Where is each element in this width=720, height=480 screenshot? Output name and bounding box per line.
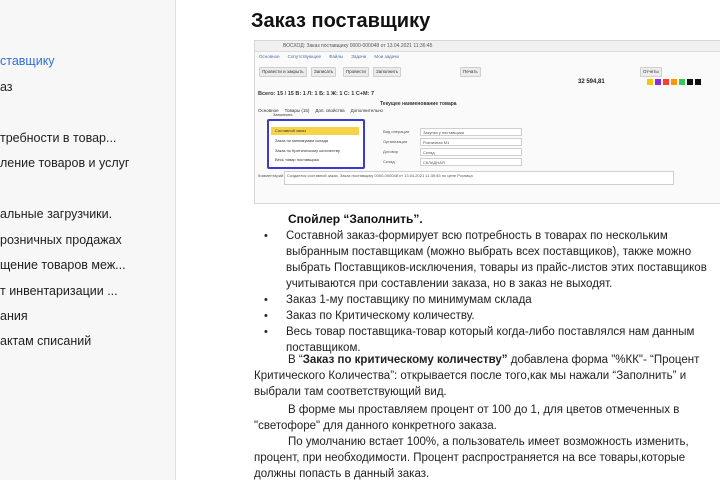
main-content: Заказ поставщику ВОСХОД: Заказ поставщик… bbox=[176, 0, 720, 480]
screenshot-comment-label: Комментарий bbox=[258, 173, 284, 178]
swatch-yellow bbox=[647, 79, 653, 85]
screenshot-window-title: ВОСХОД: Заказ поставщику 0000-000048 от … bbox=[283, 43, 433, 49]
list-item: Заказ 1-му поставщику по минимумам склад… bbox=[264, 292, 716, 308]
sidebar-item-movement[interactable]: щение товаров меж... bbox=[0, 258, 126, 272]
screenshot-print-button: Печать bbox=[460, 67, 481, 77]
screenshot-field bbox=[420, 148, 522, 156]
screenshot-field-value: Розничная М1 bbox=[423, 140, 450, 145]
screenshot-field-value: Закупка у поставщика bbox=[423, 130, 465, 135]
sidebar-item-order[interactable]: аз bbox=[0, 80, 13, 94]
screenshot-toolbar: Провести и закрыть Записать Провести Зап… bbox=[255, 65, 720, 77]
screenshot-tab: Основное bbox=[259, 54, 280, 59]
paragraph-default-percent: По умолчанию встает 100%, а пользователь… bbox=[254, 436, 689, 480]
screenshot-fill-menu: Заполнить Составной заказ Заказ по миним… bbox=[267, 112, 365, 169]
screenshot-save-button: Записать bbox=[311, 67, 337, 77]
swatch-green bbox=[679, 79, 685, 85]
screenshot-menu-item: Заказ по Критическому количеству bbox=[275, 148, 340, 153]
sidebar-item-supplier-order[interactable]: ставщику bbox=[0, 54, 55, 68]
sidebar: ставщику аз требности в товар... ление т… bbox=[0, 0, 176, 480]
paragraph-critical-quantity: В “Заказ по критическому количеству” доб… bbox=[254, 352, 716, 400]
screenshot-tab: Мои задачи bbox=[374, 54, 399, 59]
screenshot-fill-button: Заполнить bbox=[373, 67, 402, 77]
screenshot-field-label: Склад bbox=[383, 159, 395, 164]
screenshot-field-label: Вид операции bbox=[383, 129, 410, 134]
screenshot-field-label: Организация bbox=[383, 139, 408, 144]
screenshot-sum: 32 594,81 bbox=[578, 79, 605, 85]
sidebar-item-loaders[interactable]: альные загрузчики. bbox=[0, 207, 112, 221]
screenshot-tab: Задачи bbox=[351, 54, 367, 59]
paragraph-bold-term: Заказ по критическому количеству” bbox=[302, 354, 508, 366]
sidebar-item-inventory[interactable]: т инвентаризации ... bbox=[0, 284, 118, 298]
screenshot-menu-header: Заполнить bbox=[273, 112, 293, 117]
screenshot-menu-item: Заказ по минимумам склада bbox=[275, 138, 329, 143]
screenshot-menu-item: Весь товар поставщика bbox=[275, 157, 319, 162]
screenshot-tab: Сопутствующее bbox=[287, 54, 321, 59]
page-title: Заказ поставщику bbox=[251, 10, 431, 32]
screenshot-field-value: СКЛАДНАЯ bbox=[423, 160, 445, 165]
sidebar-item-write-offs[interactable]: актам списаний bbox=[0, 334, 91, 348]
screenshot-detail-tab: Доп. свойства bbox=[315, 108, 345, 113]
screenshot-field-label: Договор bbox=[383, 149, 399, 154]
sidebar-item-retail[interactable]: розничных продажах bbox=[0, 233, 122, 247]
swatch-black-2 bbox=[695, 79, 701, 85]
screenshot-comment: Комментарий Создается составной заказ. З… bbox=[258, 171, 678, 189]
fill-options-list: Составной заказ-формирует всю потребност… bbox=[264, 228, 716, 356]
swatch-red bbox=[663, 79, 669, 85]
list-item: Составной заказ-формирует всю потребност… bbox=[264, 228, 716, 292]
spoiler-title: Спойлер “Заполнить”. bbox=[288, 212, 423, 226]
sidebar-item-goods-services[interactable]: ление товаров и услуг bbox=[0, 156, 129, 170]
screenshot-reports-button: Отчеты bbox=[640, 67, 662, 77]
screenshot-titlebar: ВОСХОД: Заказ поставщику 0000-000048 от … bbox=[255, 41, 720, 52]
list-item: Заказ по Критическому количеству. bbox=[264, 308, 716, 324]
screenshot-subheading: Текущее наименование товара bbox=[380, 101, 457, 107]
swatch-black bbox=[687, 79, 693, 85]
swatch-orange bbox=[671, 79, 677, 85]
screenshot-comment-box: Создается составной заказ. Заказ поставщ… bbox=[284, 171, 674, 185]
screenshot-field-value: Склад bbox=[423, 150, 435, 155]
screenshot-post-close-button: Провести и закрыть bbox=[259, 67, 307, 77]
paragraph-prefix: В “ bbox=[288, 354, 303, 366]
screenshot-tab: Файлы bbox=[328, 54, 344, 59]
paragraph-percent-form: В форме мы проставляем процент от 100 до… bbox=[254, 404, 680, 432]
sidebar-item-needs[interactable]: требности в товар... bbox=[0, 131, 116, 145]
screenshot-stats: Всего: 15 / 15 В: 1 Л: 1 Б: 1 Ж: 1 С: 1 … bbox=[258, 91, 375, 97]
screenshot-top-tabs: Основное Сопутствующее Файлы Задачи Мои … bbox=[259, 54, 399, 61]
screenshot-detail-tab: Дополнительно bbox=[350, 108, 384, 113]
screenshot-menu-item-selected: Составной заказ bbox=[271, 127, 359, 135]
screenshot-post-button: Провести bbox=[343, 67, 369, 77]
swatch-purple bbox=[655, 79, 661, 85]
sidebar-item-ania[interactable]: ания bbox=[0, 309, 28, 323]
embedded-screenshot: ВОСХОД: Заказ поставщику 0000-000048 от … bbox=[254, 40, 720, 204]
